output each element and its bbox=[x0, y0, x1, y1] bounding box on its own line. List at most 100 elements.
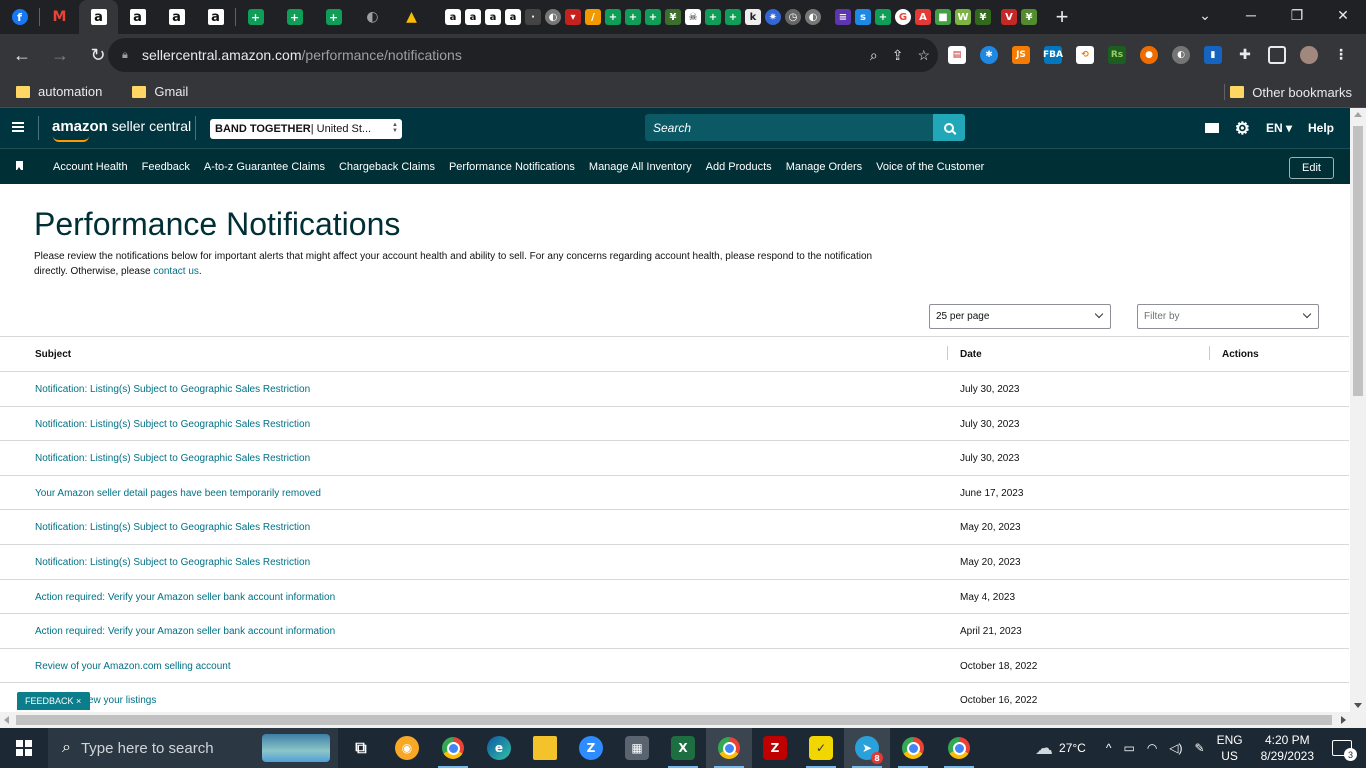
taskbar-calculator[interactable]: ▦ bbox=[614, 728, 660, 768]
nav-add-products[interactable]: Add Products bbox=[706, 161, 772, 173]
nav-feedback[interactable]: Feedback bbox=[142, 161, 190, 173]
tab-amazon-2[interactable]: a bbox=[118, 0, 157, 34]
mail-icon[interactable] bbox=[1204, 123, 1219, 133]
pen-icon[interactable]: ✎ bbox=[1195, 741, 1205, 755]
gear-icon[interactable]: ✷ bbox=[765, 9, 781, 25]
input-language[interactable]: ENG US bbox=[1217, 732, 1243, 764]
taskbar-telegram[interactable]: ➤ 8 bbox=[844, 728, 890, 768]
extension-icon[interactable]: FBA bbox=[1043, 46, 1063, 64]
zoom-icon[interactable]: ⌕ bbox=[870, 47, 878, 64]
scroll-thumb[interactable] bbox=[16, 715, 1332, 725]
tab-facebook[interactable]: f bbox=[0, 0, 39, 34]
skull-icon[interactable]: ☠ bbox=[685, 9, 701, 25]
search-input[interactable]: Search bbox=[645, 114, 935, 141]
taskbar-file-explorer[interactable] bbox=[522, 728, 568, 768]
notification-subject-link[interactable]: Notification: Listing(s) Subject to Geog… bbox=[35, 453, 310, 464]
misc-icon[interactable]: · bbox=[525, 9, 541, 25]
tab-drive[interactable]: ▲ bbox=[392, 0, 431, 34]
show-hidden-icons-chevron-icon[interactable]: ^ bbox=[1106, 741, 1112, 755]
taskbar-app-mascot[interactable]: ◉ bbox=[384, 728, 430, 768]
misc-icon[interactable]: V bbox=[1001, 9, 1017, 25]
puzzle-icon[interactable]: ✚ bbox=[1236, 46, 1254, 64]
extension-icon[interactable]: ⟲ bbox=[1076, 46, 1094, 64]
tab-amazon-active[interactable]: a bbox=[79, 0, 118, 34]
nav-voice-of-customer[interactable]: Voice of the Customer bbox=[876, 161, 984, 173]
minimize-button[interactable]: ─ bbox=[1228, 0, 1274, 30]
notification-center-icon[interactable]: 3 bbox=[1332, 740, 1357, 761]
bookmark-gmail[interactable]: Gmail bbox=[132, 84, 188, 99]
header-subject[interactable]: Subject bbox=[35, 349, 71, 360]
avatar[interactable] bbox=[1300, 46, 1318, 64]
tab-gmail[interactable]: M bbox=[40, 0, 79, 34]
notification-subject-link[interactable]: Action required: Verify your Amazon sell… bbox=[35, 592, 335, 603]
close-window-button[interactable]: ✕ bbox=[1320, 0, 1366, 30]
misc-icon[interactable]: W bbox=[955, 9, 971, 25]
taskbar-search[interactable]: ⌕ Type here to search bbox=[48, 728, 338, 768]
edit-nav-button[interactable]: Edit bbox=[1289, 157, 1334, 179]
share-icon[interactable]: ⇪ bbox=[892, 47, 904, 64]
battery-icon[interactable]: ▭ bbox=[1123, 741, 1134, 755]
scroll-right-arrow-icon[interactable] bbox=[1341, 716, 1346, 724]
tab-sheets-2[interactable]: + bbox=[275, 0, 314, 34]
horizontal-scrollbar[interactable] bbox=[0, 712, 1366, 728]
sheets-icon[interactable]: + bbox=[645, 9, 661, 25]
taskbar-edge[interactable]: e bbox=[476, 728, 522, 768]
nav-performance-notifications[interactable]: Performance Notifications bbox=[449, 161, 575, 173]
misc-icon[interactable]: k bbox=[745, 9, 761, 25]
extension-icon[interactable]: ▮ bbox=[1204, 46, 1222, 64]
scroll-thumb[interactable] bbox=[1353, 126, 1363, 396]
misc-icon[interactable]: A bbox=[915, 9, 931, 25]
sheets-icon[interactable]: + bbox=[705, 9, 721, 25]
back-button[interactable]: ← bbox=[6, 39, 38, 71]
language-selector[interactable]: EN ▾ bbox=[1266, 121, 1292, 135]
taskbar-excel[interactable]: X bbox=[660, 728, 706, 768]
address-bar[interactable]: 🔒︎ sellercentral.amazon.com/performance/… bbox=[108, 38, 938, 72]
close-icon[interactable]: × bbox=[76, 696, 81, 706]
bookmark-automation[interactable]: automation bbox=[16, 84, 102, 99]
gear-icon[interactable]: ⚙ bbox=[1235, 120, 1250, 137]
taskbar-sticky-notes[interactable]: ✓ bbox=[798, 728, 844, 768]
clock[interactable]: 4:20 PM 8/29/2023 bbox=[1261, 732, 1314, 764]
nav-account-health[interactable]: Account Health bbox=[53, 161, 128, 173]
scroll-left-arrow-icon[interactable] bbox=[4, 716, 9, 724]
extension-icon[interactable]: ✱ bbox=[980, 46, 998, 64]
filter-select[interactable]: Filter by bbox=[1137, 304, 1319, 329]
tab-amazon-3[interactable]: a bbox=[157, 0, 196, 34]
taskbar-zoom[interactable]: Z bbox=[568, 728, 614, 768]
sheets-icon[interactable]: + bbox=[605, 9, 621, 25]
bookmark-icon[interactable] bbox=[16, 161, 23, 170]
tab-globe[interactable]: ◐ bbox=[353, 0, 392, 34]
notification-subject-link[interactable]: Action required: Verify your Amazon sell… bbox=[35, 626, 335, 637]
nav-manage-inventory[interactable]: Manage All Inventory bbox=[589, 161, 692, 173]
scroll-up-arrow-icon[interactable] bbox=[1354, 112, 1362, 117]
weather-widget[interactable]: ☁ 27°C bbox=[1035, 738, 1086, 759]
amazon-icon[interactable]: a bbox=[465, 9, 481, 25]
leaf-icon[interactable]: ¥ bbox=[975, 9, 991, 25]
marketplace-selector[interactable]: BAND TOGETHER | United St... ▲ ▼ bbox=[210, 119, 402, 139]
wifi-icon[interactable]: ◠ bbox=[1147, 741, 1157, 755]
tab-search-chevron-icon[interactable]: ⌄ bbox=[1182, 0, 1228, 30]
misc-icon[interactable]: s bbox=[855, 9, 871, 25]
taskbar-filezilla[interactable]: Z bbox=[752, 728, 798, 768]
side-panel-icon[interactable] bbox=[1268, 46, 1286, 64]
bookmark-star-icon[interactable]: ☆ bbox=[917, 47, 930, 64]
amazon-icon[interactable]: a bbox=[505, 9, 521, 25]
notification-subject-link[interactable]: Notification: Listing(s) Subject to Geog… bbox=[35, 419, 310, 430]
sheets-icon[interactable]: + bbox=[725, 9, 741, 25]
restore-button[interactable]: ❐ bbox=[1274, 0, 1320, 30]
taskbar-chrome-profile[interactable] bbox=[706, 728, 752, 768]
globe-icon[interactable]: ◐ bbox=[545, 9, 561, 25]
nav-chargeback-claims[interactable]: Chargeback Claims bbox=[339, 161, 435, 173]
contact-us-link[interactable]: contact us bbox=[153, 266, 199, 277]
leaf-icon[interactable]: ¥ bbox=[665, 9, 681, 25]
extension-icon[interactable]: JS bbox=[1012, 46, 1030, 64]
notification-subject-link[interactable]: Your Amazon seller detail pages have bee… bbox=[35, 488, 321, 499]
notification-subject-link[interactable]: Notification: Listing(s) Subject to Geog… bbox=[35, 384, 310, 395]
taskbar-chrome-2[interactable] bbox=[890, 728, 936, 768]
search-button[interactable] bbox=[933, 114, 965, 141]
scroll-down-arrow-icon[interactable] bbox=[1354, 703, 1362, 708]
leaf-icon[interactable]: ¥ bbox=[1021, 9, 1037, 25]
nav-manage-orders[interactable]: Manage Orders bbox=[786, 161, 862, 173]
header-date[interactable]: Date bbox=[960, 349, 982, 360]
tab-sheets-3[interactable]: + bbox=[314, 0, 353, 34]
